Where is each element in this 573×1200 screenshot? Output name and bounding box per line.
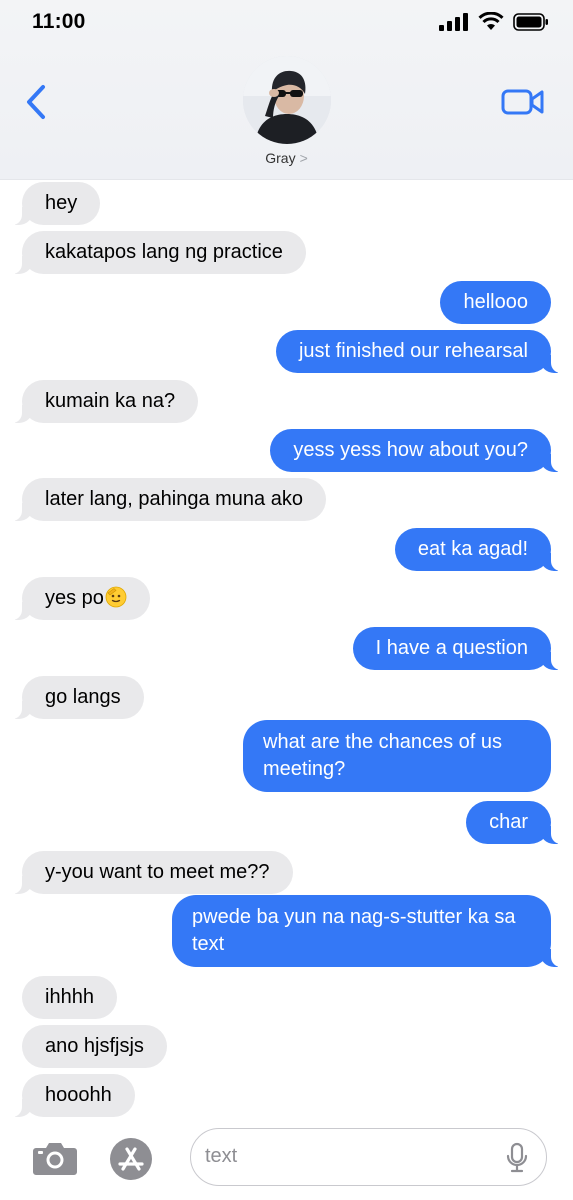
contact-name-chevron: > [299,150,308,166]
message-text: ihhhh [45,986,94,1008]
incoming-message[interactable]: kumain ka na? [9,380,199,423]
contact-avatar[interactable] [243,56,331,144]
message-text: hooohh [45,1084,112,1106]
message-text: kumain ka na? [45,390,176,412]
message-text: hellooo [463,291,528,313]
message-text: eat ka agad! [417,538,528,560]
conversation-header: 11:00 Gray > [0,0,573,180]
message-text: what are the chances of us meeting? [263,731,503,780]
message-thread[interactable]: hey kakatapos lang ng practice hellooo j… [0,180,573,1120]
incoming-message[interactable]: y-you want to meet me?? [10,851,293,894]
message-text: pwede ba yun na nag-s-stutter ka sa text [192,906,516,955]
message-text: kakatapos lang ng practice [45,241,283,263]
message-text: ano hjsfjsjs [45,1035,144,1057]
incoming-message[interactable]: hooohh [10,1074,135,1117]
microphone-icon[interactable] [505,1142,529,1174]
text-field-placeholder: text [205,1145,238,1167]
message-text: yess yess how about you? [293,439,528,461]
message-text: y-you want to meet me?? [45,861,270,883]
outgoing-message[interactable]: hellooo [440,281,551,324]
incoming-message[interactable]: go langs [10,676,144,719]
message-text-field[interactable]: text [190,1128,547,1186]
message-text: yes po [45,587,104,609]
incoming-message[interactable]: ano hjsfjsjs [22,1025,167,1068]
contact-name-button[interactable]: Gray > [0,150,573,166]
cellular-signal-icon [439,12,468,31]
outgoing-message[interactable]: what are the chances of us meeting? [243,720,551,792]
avatar-photo [243,56,331,144]
video-call-icon[interactable] [501,86,545,118]
contact-name: Gray [265,150,296,166]
outgoing-message[interactable]: just finished our rehearsal [275,330,564,373]
outgoing-message[interactable]: pwede ba yun na nag-s-stutter ka sa text [172,895,563,967]
incoming-message[interactable]: later lang, pahinga muna ako [10,478,326,521]
incoming-message[interactable]: hey [9,182,101,225]
outgoing-message[interactable]: I have a question [352,627,564,670]
camera-icon[interactable] [32,1140,78,1176]
outgoing-message[interactable]: eat ka agad! [394,528,564,571]
status-time: 11:00 [32,10,86,33]
message-text: go langs [45,686,121,708]
message-text: I have a question [375,637,528,659]
outgoing-message[interactable]: char [466,801,563,844]
back-chevron-icon[interactable] [22,82,52,122]
app-store-icon [118,1147,144,1171]
message-text: later lang, pahinga muna ako [45,488,303,510]
saluting-face-emoji [105,586,127,608]
app-store-button[interactable] [110,1138,152,1180]
message-text: just finished our rehearsal [298,340,528,362]
message-text: hey [45,192,78,214]
message-composer: text [0,1120,573,1200]
incoming-message[interactable]: yes po [10,577,150,620]
wifi-icon [478,12,504,30]
outgoing-message[interactable]: yess yess how about you? [270,429,563,472]
incoming-message[interactable]: kakatapos lang ng practice [10,231,306,274]
status-icons [439,12,549,31]
message-text: char [489,811,528,833]
incoming-message[interactable]: ihhhh [22,976,117,1019]
battery-icon [513,12,548,31]
